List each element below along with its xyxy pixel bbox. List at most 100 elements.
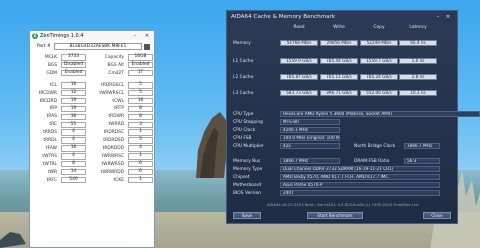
bench-value: 1559.7 GB/s: [360, 58, 398, 64]
wallpaper-rock: [0, 232, 26, 248]
aida64-titlebar[interactable]: AIDA64 Cache & Memory Benchmark – ✕: [227, 11, 457, 22]
timing-label: tCWL: [112, 98, 124, 104]
bench-row-label: L2 Cache: [233, 74, 254, 80]
timing-label: GDM: [46, 70, 57, 76]
aida64-footer: AIDA64 v6.25.5453 Beta / BenchDLL 4.5.82…: [266, 202, 420, 207]
timing-value: 1: [128, 176, 153, 184]
timing-value: 4: [61, 129, 86, 136]
timing-value: 16: [61, 145, 86, 152]
timing-value: 4: [128, 145, 153, 152]
timing-value: 1: [128, 153, 153, 160]
zentimings-title: ZenTimings 1.0.4: [40, 32, 84, 39]
timing-label: tRRDL: [43, 138, 57, 144]
info-value: 56:3: [404, 158, 440, 164]
bench-value: 785.24 GB/s: [360, 74, 398, 80]
timing-value: 3733: [61, 54, 86, 61]
info-label: CPU Clock: [233, 127, 256, 133]
info-value: Dual Channel DDR4-3733 SDRAM (16-19-11-2…: [280, 166, 440, 172]
timing-label: tWTRL: [42, 161, 57, 167]
info-label: CPU Type: [233, 111, 254, 117]
info-label: DRAM:FSB Ratio: [354, 158, 390, 164]
timing-label: tRP: [49, 106, 57, 112]
info-label: CPU FSB: [233, 135, 252, 141]
timing-value: 1T: [128, 69, 153, 77]
timing-label: Cmd2T: [108, 70, 124, 76]
bench-value: 396.71 GB/s: [320, 90, 358, 96]
save-button[interactable]: Save: [233, 212, 261, 219]
bench-value: 583.73 GB/s: [280, 90, 318, 96]
timing-label: tFAW: [46, 145, 57, 151]
column-header: Write: [333, 25, 345, 30]
part-number-select[interactable]: BLS8G4D32AESBK.M8FE1: [53, 43, 143, 50]
timing-label: tWTRS: [42, 153, 57, 159]
timing-label: tCL: [49, 82, 57, 88]
bench-value: 66.4 ns: [399, 40, 437, 46]
screenshot-icon[interactable]: [144, 43, 150, 50]
bench-value: 29856 MB/s: [320, 40, 358, 46]
timing-value: 1: [128, 129, 153, 136]
timing-value: 55: [61, 121, 86, 129]
info-value: 1866.7 MHz: [404, 143, 440, 149]
timing-label: tRCDRD: [39, 98, 57, 104]
bench-row-label: L1 Cache: [233, 58, 254, 64]
timing-value: 36: [61, 113, 86, 121]
timing-label: tRAS: [46, 114, 57, 120]
info-label: CPU Stepping: [233, 119, 263, 125]
bench-value: 1.0 ns: [399, 58, 437, 64]
info-label: Memory Type: [233, 166, 263, 172]
timing-value: 540: [61, 176, 86, 184]
timing-value: 5: [128, 137, 153, 144]
timing-label: BGS: [47, 62, 57, 68]
zentimings-titlebar[interactable]: Z ZenTimings 1.0.4 – ✕: [30, 31, 154, 40]
bench-row-label: Memory: [233, 40, 251, 46]
zentimings-window: Z ZenTimings 1.0.4 – ✕ Part # BLS8G4D32A…: [29, 30, 155, 248]
close-icon[interactable]: ✕: [443, 14, 453, 20]
timing-label: Capacity: [104, 54, 124, 60]
info-label: BIOS Version: [233, 190, 262, 196]
timing-value: 19: [61, 105, 86, 113]
minimize-icon[interactable]: –: [130, 33, 140, 39]
timing-value: 8: [128, 113, 153, 121]
timing-value: 8: [61, 160, 86, 168]
timing-label: tRDWR: [108, 114, 124, 120]
bench-value: 785.44 GB/s: [320, 58, 358, 64]
timing-value: 14: [61, 168, 86, 176]
info-value: 100.0 MHz (original: 100 MHz): [280, 135, 340, 141]
timing-label: MCLK: [44, 54, 57, 60]
close-icon[interactable]: ✕: [142, 33, 152, 39]
timing-label: tRDRDSCL: [101, 82, 124, 88]
timing-label: tRTP: [114, 106, 124, 112]
part-number-label: Part #: [36, 44, 51, 49]
bench-value: 785.87 GB/s: [280, 74, 318, 80]
bench-value: 552.06 GB/s: [360, 90, 398, 96]
aida64-window: AIDA64 Cache & Memory Benchmark – ✕ Read…: [226, 10, 480, 224]
timing-value: 6: [128, 168, 153, 176]
info-value: 42x: [280, 143, 340, 149]
timing-value: Disabled: [61, 61, 86, 69]
timing-value: 16: [128, 97, 153, 105]
part-number-row: Part # BLS8G4D32AESBK.M8FE1: [34, 43, 150, 50]
zentimings-logo-icon: Z: [32, 32, 38, 39]
info-label: Memory Bus: [233, 158, 261, 164]
info-value: Asus Prime X570-P: [280, 182, 440, 188]
timing-label: tRC: [49, 122, 57, 128]
timing-value: 4: [61, 137, 86, 144]
bench-value: 10.3 ns: [399, 90, 437, 96]
bench-value: 52249 MB/s: [360, 40, 398, 46]
info-value: AMD Bixby X570, AMD K17.7 FCH, AMD K17.7…: [280, 174, 440, 180]
bench-row-label: L3 Cache: [233, 90, 254, 96]
minimize-icon[interactable]: –: [433, 14, 443, 20]
bench-value: 1559.9 GB/s: [280, 58, 318, 64]
timing-label: tWR: [47, 169, 57, 175]
timing-label: tWRRD: [108, 122, 124, 128]
info-value: 4200.1 MHz: [280, 127, 340, 133]
close-button[interactable]: Close: [423, 212, 451, 219]
info-value: 1866.7 MHz: [280, 158, 340, 164]
info-value: MTS-B0: [280, 119, 340, 125]
info-label: Chipset: [233, 174, 250, 180]
timing-label: tWRWRDD: [100, 169, 124, 175]
start-benchmark-button[interactable]: Start Benchmark: [307, 212, 363, 219]
timing-label: tRRDS: [43, 130, 57, 136]
timing-value: 5: [128, 82, 153, 89]
timing-label: tWRWRSC: [101, 153, 124, 159]
